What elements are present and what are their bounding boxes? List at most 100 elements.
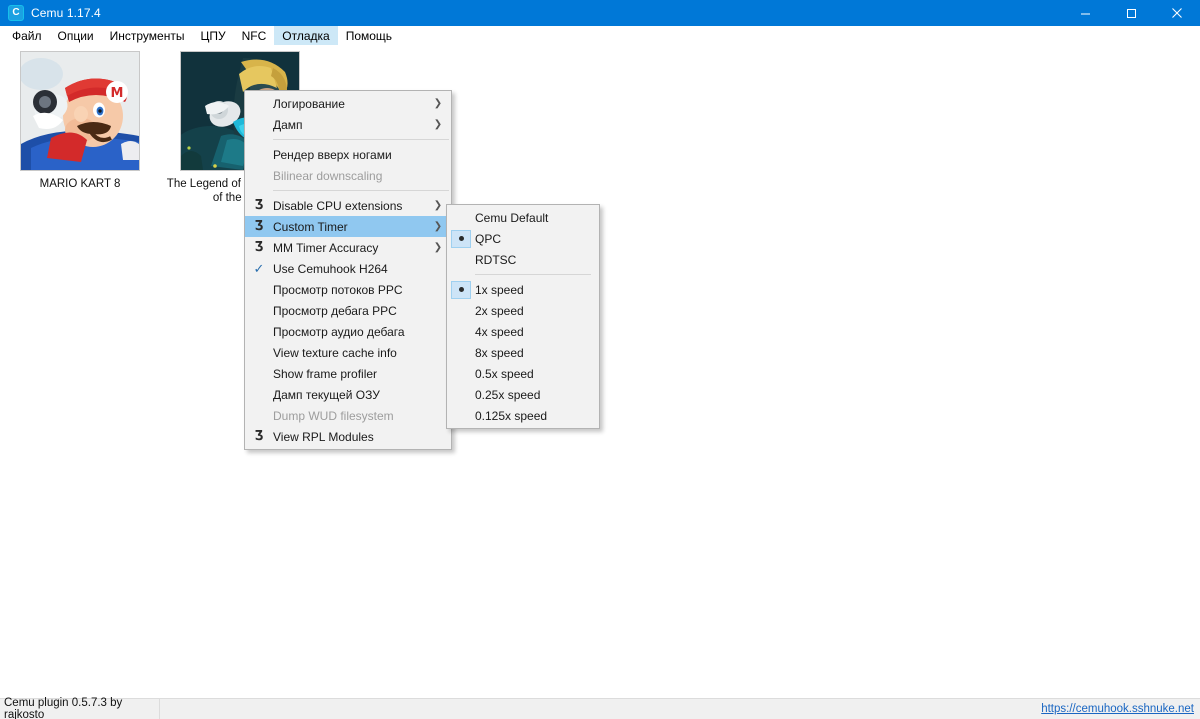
menu-item-gutter <box>447 249 475 270</box>
menu-item-gutter <box>245 321 273 342</box>
menu-item-label: View RPL Modules <box>273 429 374 444</box>
menu-item-gutter: Ʒ <box>245 426 273 447</box>
menu-item-gutter <box>245 384 273 405</box>
cemuhook-icon: Ʒ <box>254 240 264 255</box>
menu-item-gutter: Ʒ <box>245 237 273 258</box>
menu-item-label: 2x speed <box>475 303 524 318</box>
debug-menu-item-3: Bilinear downscaling <box>245 165 451 186</box>
timer-submenu-item-0[interactable]: Cemu Default <box>447 207 599 228</box>
status-bar: Cemu plugin 0.5.7.3 by rajkosto https://… <box>0 697 1200 719</box>
timer-submenu-item-3[interactable]: 1x speed <box>447 279 599 300</box>
menubar-item-5[interactable]: Отладка <box>274 26 338 45</box>
custom-timer-submenu-popup: Cemu Default QPC RDTSC 1x speed 2x speed 4x s… <box>446 204 600 429</box>
menu-item-label: View texture cache info <box>273 345 397 360</box>
menu-item-gutter <box>447 342 475 363</box>
timer-submenu-item-9[interactable]: 0.125x speed <box>447 405 599 426</box>
menubar-item-1[interactable]: Опции <box>50 26 102 45</box>
menu-item-gutter <box>447 363 475 384</box>
menu-item-label: Рендер вверх ногами <box>273 147 392 162</box>
menu-item-gutter: ✓ <box>245 258 273 279</box>
chevron-right-icon: ❯ <box>433 199 443 211</box>
timer-submenu-item-1[interactable]: QPC <box>447 228 599 249</box>
cemuhook-icon: Ʒ <box>254 219 264 234</box>
plugin-status-text: Cemu plugin 0.5.7.3 by rajkosto <box>0 697 160 719</box>
debug-menu-item-2[interactable]: Рендер вверх ногами <box>245 144 451 165</box>
menu-item-label: QPC <box>475 231 502 246</box>
debug-menu-item-1[interactable]: Дамп ❯ <box>245 114 451 135</box>
menu-item-label: Просмотр аудио дебага <box>273 324 405 339</box>
menu-item-label: Просмотр дебага PPC <box>273 303 397 318</box>
menu-item-label: Dump WUD filesystem <box>273 408 394 423</box>
cemuhook-link[interactable]: https://cemuhook.sshnuke.net <box>1041 703 1200 715</box>
cemuhook-icon: Ʒ <box>254 429 264 444</box>
menu-item-gutter <box>447 207 475 228</box>
window-title: Cemu 1.17.4 <box>31 6 101 20</box>
menu-item-label: Просмотр потоков PPC <box>273 282 403 297</box>
timer-submenu-item-5[interactable]: 4x speed <box>447 321 599 342</box>
debug-menu-item-13[interactable]: Дамп текущей ОЗУ <box>245 384 451 405</box>
radio-selected-icon <box>451 229 471 248</box>
menu-separator <box>273 139 449 140</box>
menu-item-gutter: Ʒ <box>245 216 273 237</box>
menu-item-gutter <box>245 300 273 321</box>
menu-item-label: Bilinear downscaling <box>273 168 383 183</box>
debug-menu-item-12[interactable]: Show frame profiler <box>245 363 451 384</box>
chevron-right-icon: ❯ <box>433 241 443 253</box>
debug-menu-item-9[interactable]: Просмотр дебага PPC <box>245 300 451 321</box>
menu-item-gutter <box>245 114 273 135</box>
menu-item-label: 1x speed <box>475 282 524 297</box>
debug-menu-item-5[interactable]: Ʒ Custom Timer ❯ <box>245 216 451 237</box>
menu-item-label: MM Timer Accuracy <box>273 240 379 255</box>
menu-item-gutter <box>447 405 475 426</box>
title-bar: C Cemu 1.17.4 <box>0 0 1200 26</box>
menubar-item-0[interactable]: Файл <box>4 26 50 45</box>
svg-text:M: M <box>111 86 124 101</box>
menubar-item-2[interactable]: Инструменты <box>102 26 193 45</box>
timer-submenu-item-7[interactable]: 0.5x speed <box>447 363 599 384</box>
debug-menu-item-8[interactable]: Просмотр потоков PPC <box>245 279 451 300</box>
menu-item-gutter <box>245 279 273 300</box>
menu-item-label: 8x speed <box>475 345 524 360</box>
menubar-item-4[interactable]: NFC <box>234 26 275 45</box>
menu-item-label: Дамп текущей ОЗУ <box>273 387 380 402</box>
menu-item-gutter <box>447 300 475 321</box>
menu-item-gutter <box>245 405 273 426</box>
menubar-item-6[interactable]: Помощь <box>338 26 400 45</box>
menu-item-label: 0.5x speed <box>475 366 534 381</box>
chevron-right-icon: ❯ <box>433 118 443 130</box>
menu-item-label: RDTSC <box>475 252 517 267</box>
menu-item-gutter <box>245 165 273 186</box>
radio-selected-icon <box>451 280 471 299</box>
menu-item-label: Disable CPU extensions <box>273 198 403 213</box>
close-icon[interactable] <box>1154 0 1200 26</box>
game-tile-mario-kart[interactable]: M MARIO KART 8 <box>0 51 160 205</box>
window-controls <box>1062 0 1200 26</box>
maximize-icon[interactable] <box>1108 0 1154 26</box>
cemu-window: C Cemu 1.17.4 Файл Опции Инструменты ЦПУ NFC… <box>0 0 1200 719</box>
debug-menu-item-0[interactable]: Логирование ❯ <box>245 93 451 114</box>
game-cover-art: M <box>20 51 140 171</box>
menu-item-label: 0.125x speed <box>475 408 548 423</box>
menu-item-gutter <box>447 228 475 249</box>
menubar-item-3[interactable]: ЦПУ <box>192 26 233 45</box>
check-icon: ✓ <box>253 261 265 276</box>
game-list-area: M MARIO KART 8 The Legend of Zelda: Brea… <box>0 45 1200 698</box>
timer-submenu-item-2[interactable]: RDTSC <box>447 249 599 270</box>
debug-menu-item-14: Dump WUD filesystem <box>245 405 451 426</box>
debug-menu-item-10[interactable]: Просмотр аудио дебага <box>245 321 451 342</box>
menu-item-label: 4x speed <box>475 324 524 339</box>
debug-menu-item-7[interactable]: ✓ Use Cemuhook H264 <box>245 258 451 279</box>
cemu-logo-icon: C <box>8 5 24 21</box>
timer-submenu-item-8[interactable]: 0.25x speed <box>447 384 599 405</box>
menu-item-label: Дамп <box>273 117 303 132</box>
debug-menu-item-11[interactable]: View texture cache info <box>245 342 451 363</box>
debug-menu-item-15[interactable]: Ʒ View RPL Modules <box>245 426 451 447</box>
debug-menu-item-4[interactable]: Ʒ Disable CPU extensions ❯ <box>245 195 451 216</box>
menu-item-label: Cemu Default <box>475 210 549 225</box>
timer-submenu-item-6[interactable]: 8x speed <box>447 342 599 363</box>
minimize-icon[interactable] <box>1062 0 1108 26</box>
menu-item-gutter <box>447 384 475 405</box>
timer-submenu-item-4[interactable]: 2x speed <box>447 300 599 321</box>
menu-item-gutter <box>245 144 273 165</box>
debug-menu-item-6[interactable]: Ʒ MM Timer Accuracy ❯ <box>245 237 451 258</box>
